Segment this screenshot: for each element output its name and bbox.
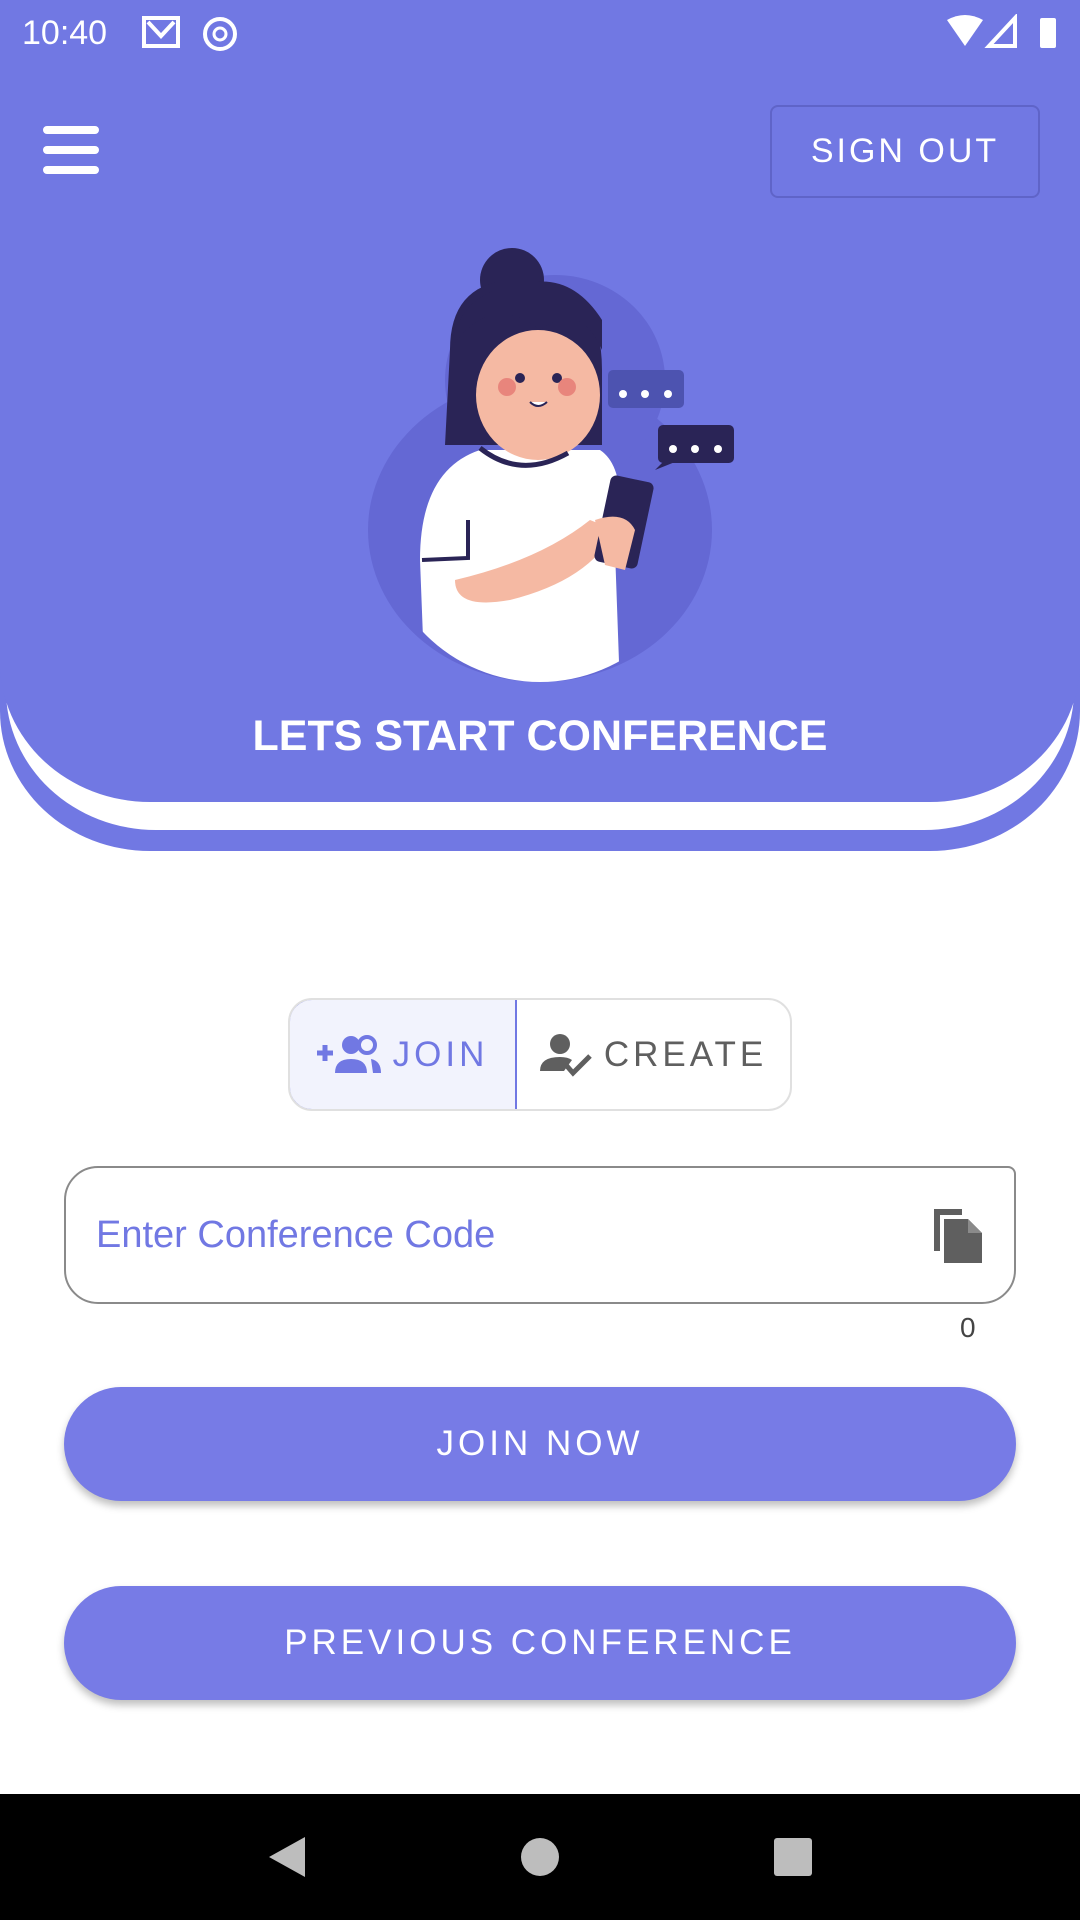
gmail-icon — [142, 16, 237, 51]
hamburger-menu-icon[interactable] — [43, 126, 99, 174]
tab-join-label: JOIN — [392, 1034, 489, 1074]
sign-out-button[interactable]: SIGN OUT — [770, 105, 1040, 198]
status-right-icons — [947, 14, 1056, 48]
tab-create-label: CREATE — [603, 1034, 768, 1074]
navigation-bar — [0, 1794, 1080, 1920]
previous-conference-button[interactable]: PREVIOUS CONFERENCE — [64, 1586, 1016, 1700]
join-now-button[interactable]: JOIN NOW — [64, 1387, 1016, 1501]
tab-join[interactable]: JOIN — [290, 1000, 517, 1109]
battery-icon — [1040, 18, 1056, 48]
back-icon[interactable] — [267, 1835, 307, 1879]
conference-illustration — [368, 248, 734, 682]
paste-icon[interactable] — [930, 1205, 984, 1265]
conference-code-input[interactable] — [96, 1213, 930, 1257]
tab-create[interactable]: CREATE — [517, 1000, 790, 1109]
status-time: 10:40 — [22, 14, 108, 52]
home-icon[interactable] — [520, 1837, 560, 1877]
person-check-icon — [539, 1033, 592, 1077]
group-add-icon — [316, 1034, 381, 1073]
character-counter: 0 — [960, 1312, 976, 1343]
recents-icon[interactable] — [773, 1837, 813, 1877]
wifi-icon — [947, 15, 983, 46]
page-title: LETS START CONFERENCE — [252, 712, 828, 760]
join-create-toggle: JOIN CREATE — [288, 998, 792, 1111]
conference-code-field[interactable] — [64, 1166, 1016, 1304]
signal-icon — [984, 14, 1017, 48]
